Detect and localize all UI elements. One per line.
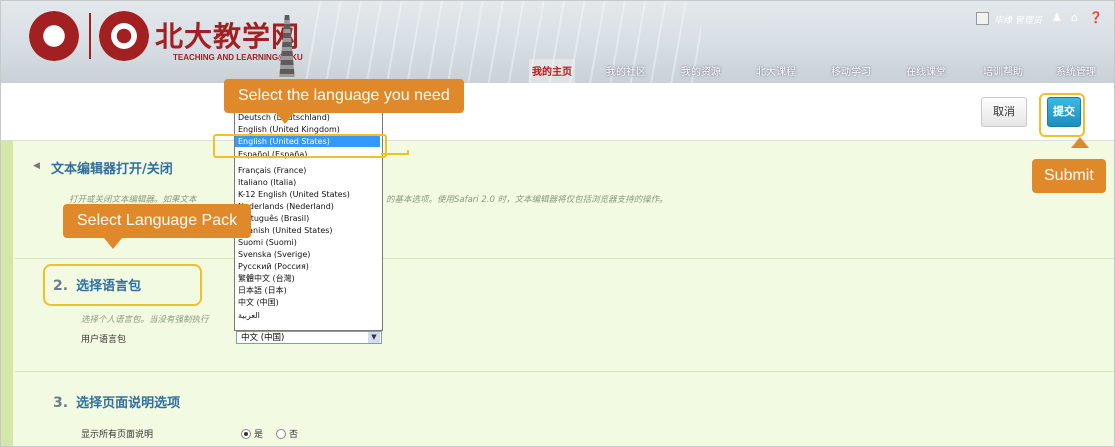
nav-training-help[interactable]: 培训帮助 (983, 63, 1023, 78)
radio-yes-label: 是 (254, 430, 264, 440)
callout-select-language-pack: Select Language Pack (63, 204, 252, 238)
language-pack-select[interactable]: 中文 (中国) (236, 331, 382, 344)
callout-pointer (276, 113, 294, 124)
nav-online-classroom[interactable]: 在线课堂 (906, 63, 946, 78)
show-page-help-label: 显示所有页面说明 (81, 430, 154, 440)
callout-select-language: Select the language you need (224, 79, 464, 113)
callout-pointer (104, 238, 122, 249)
nav-my-home[interactable]: 我的主页 (532, 63, 572, 78)
language-option[interactable]: Italiano (Italia) (238, 177, 296, 188)
left-strip (1, 141, 13, 446)
section-3-number: 3. (53, 395, 69, 411)
language-pack-label: 用户语言包 (81, 335, 127, 345)
section-divider (15, 371, 1114, 372)
radio-no[interactable] (276, 429, 286, 439)
chevron-down-icon[interactable]: ▼ (368, 332, 380, 343)
language-option[interactable]: 中文 (中国) (238, 297, 279, 308)
section-2-description: 选择个人语言包。当没有强制执行 (81, 315, 209, 325)
section-1-description-cont: 的基本选项。使用Safari 2.0 时，文本编辑器将仅包括浏览器支持的操作。 (386, 195, 668, 205)
section-2-highlight (43, 264, 202, 306)
callout-submit: Submit (1032, 159, 1106, 193)
selected-language-highlight-tail (381, 150, 409, 155)
cancel-button[interactable]: 取消 (981, 97, 1027, 127)
section-1-title: 文本编辑器打开/关闭 (51, 162, 173, 177)
language-option[interactable]: 日本語 (日本) (238, 285, 287, 296)
language-option[interactable]: Suomi (Suomi) (238, 237, 297, 248)
language-option[interactable]: Français (France) (238, 165, 306, 176)
language-option[interactable]: K-12 English (United States) (238, 189, 350, 200)
logo-separator (89, 13, 91, 59)
section-divider (15, 258, 1114, 259)
pku-emblem-logo (99, 11, 149, 61)
radio-yes[interactable] (241, 429, 251, 439)
help-icon[interactable]: ❓ (1089, 11, 1103, 24)
nav-system-admin[interactable]: 系统管理 (1056, 63, 1096, 78)
submit-highlight (1039, 93, 1085, 137)
user-avatar[interactable] (976, 12, 989, 25)
action-toolbar: 取消 提交 (1, 83, 1114, 141)
section-3-title-text: 选择页面说明选项 (76, 396, 181, 411)
collapse-arrow-icon[interactable]: ◀ (33, 161, 40, 171)
selected-language-highlight (213, 134, 387, 158)
language-option[interactable]: Русский (Россия) (238, 261, 309, 272)
nav-mobile-learning[interactable]: 移动学习 (831, 63, 871, 78)
language-option[interactable]: Svenska (Sverige) (238, 249, 310, 260)
radio-no-label: 否 (289, 430, 299, 440)
callout-pointer (1071, 137, 1089, 148)
page-frame: 北大教学网 TEACHING AND LEARNING@PKU 毕缘 管理员 ♟… (0, 0, 1115, 447)
nav-my-community[interactable]: 我的社区 (606, 63, 646, 78)
pku-seal-logo (29, 11, 79, 61)
language-option[interactable]: 繁體中文 (台灣) (238, 273, 295, 284)
site-logo-text: 北大教学网 (155, 20, 301, 53)
language-option[interactable]: Spanish (United States) (238, 225, 333, 236)
language-dropdown-list[interactable]: Deutsch (Deutschland) English (United Ki… (234, 85, 383, 331)
section-3-title: 3. 选择页面说明选项 (53, 392, 180, 411)
nav-pku-courses[interactable]: 北大课程 (756, 63, 796, 78)
language-option[interactable]: العربية (238, 310, 260, 321)
language-option[interactable]: Nederlands (Nederland) (238, 201, 334, 212)
user-name[interactable]: 毕缘 管理员 (994, 13, 1042, 26)
nav-my-resources[interactable]: 我的资源 (681, 63, 721, 78)
user-icon[interactable]: ♟ (1052, 11, 1062, 24)
home-icon[interactable]: ⌂ (1071, 11, 1078, 24)
